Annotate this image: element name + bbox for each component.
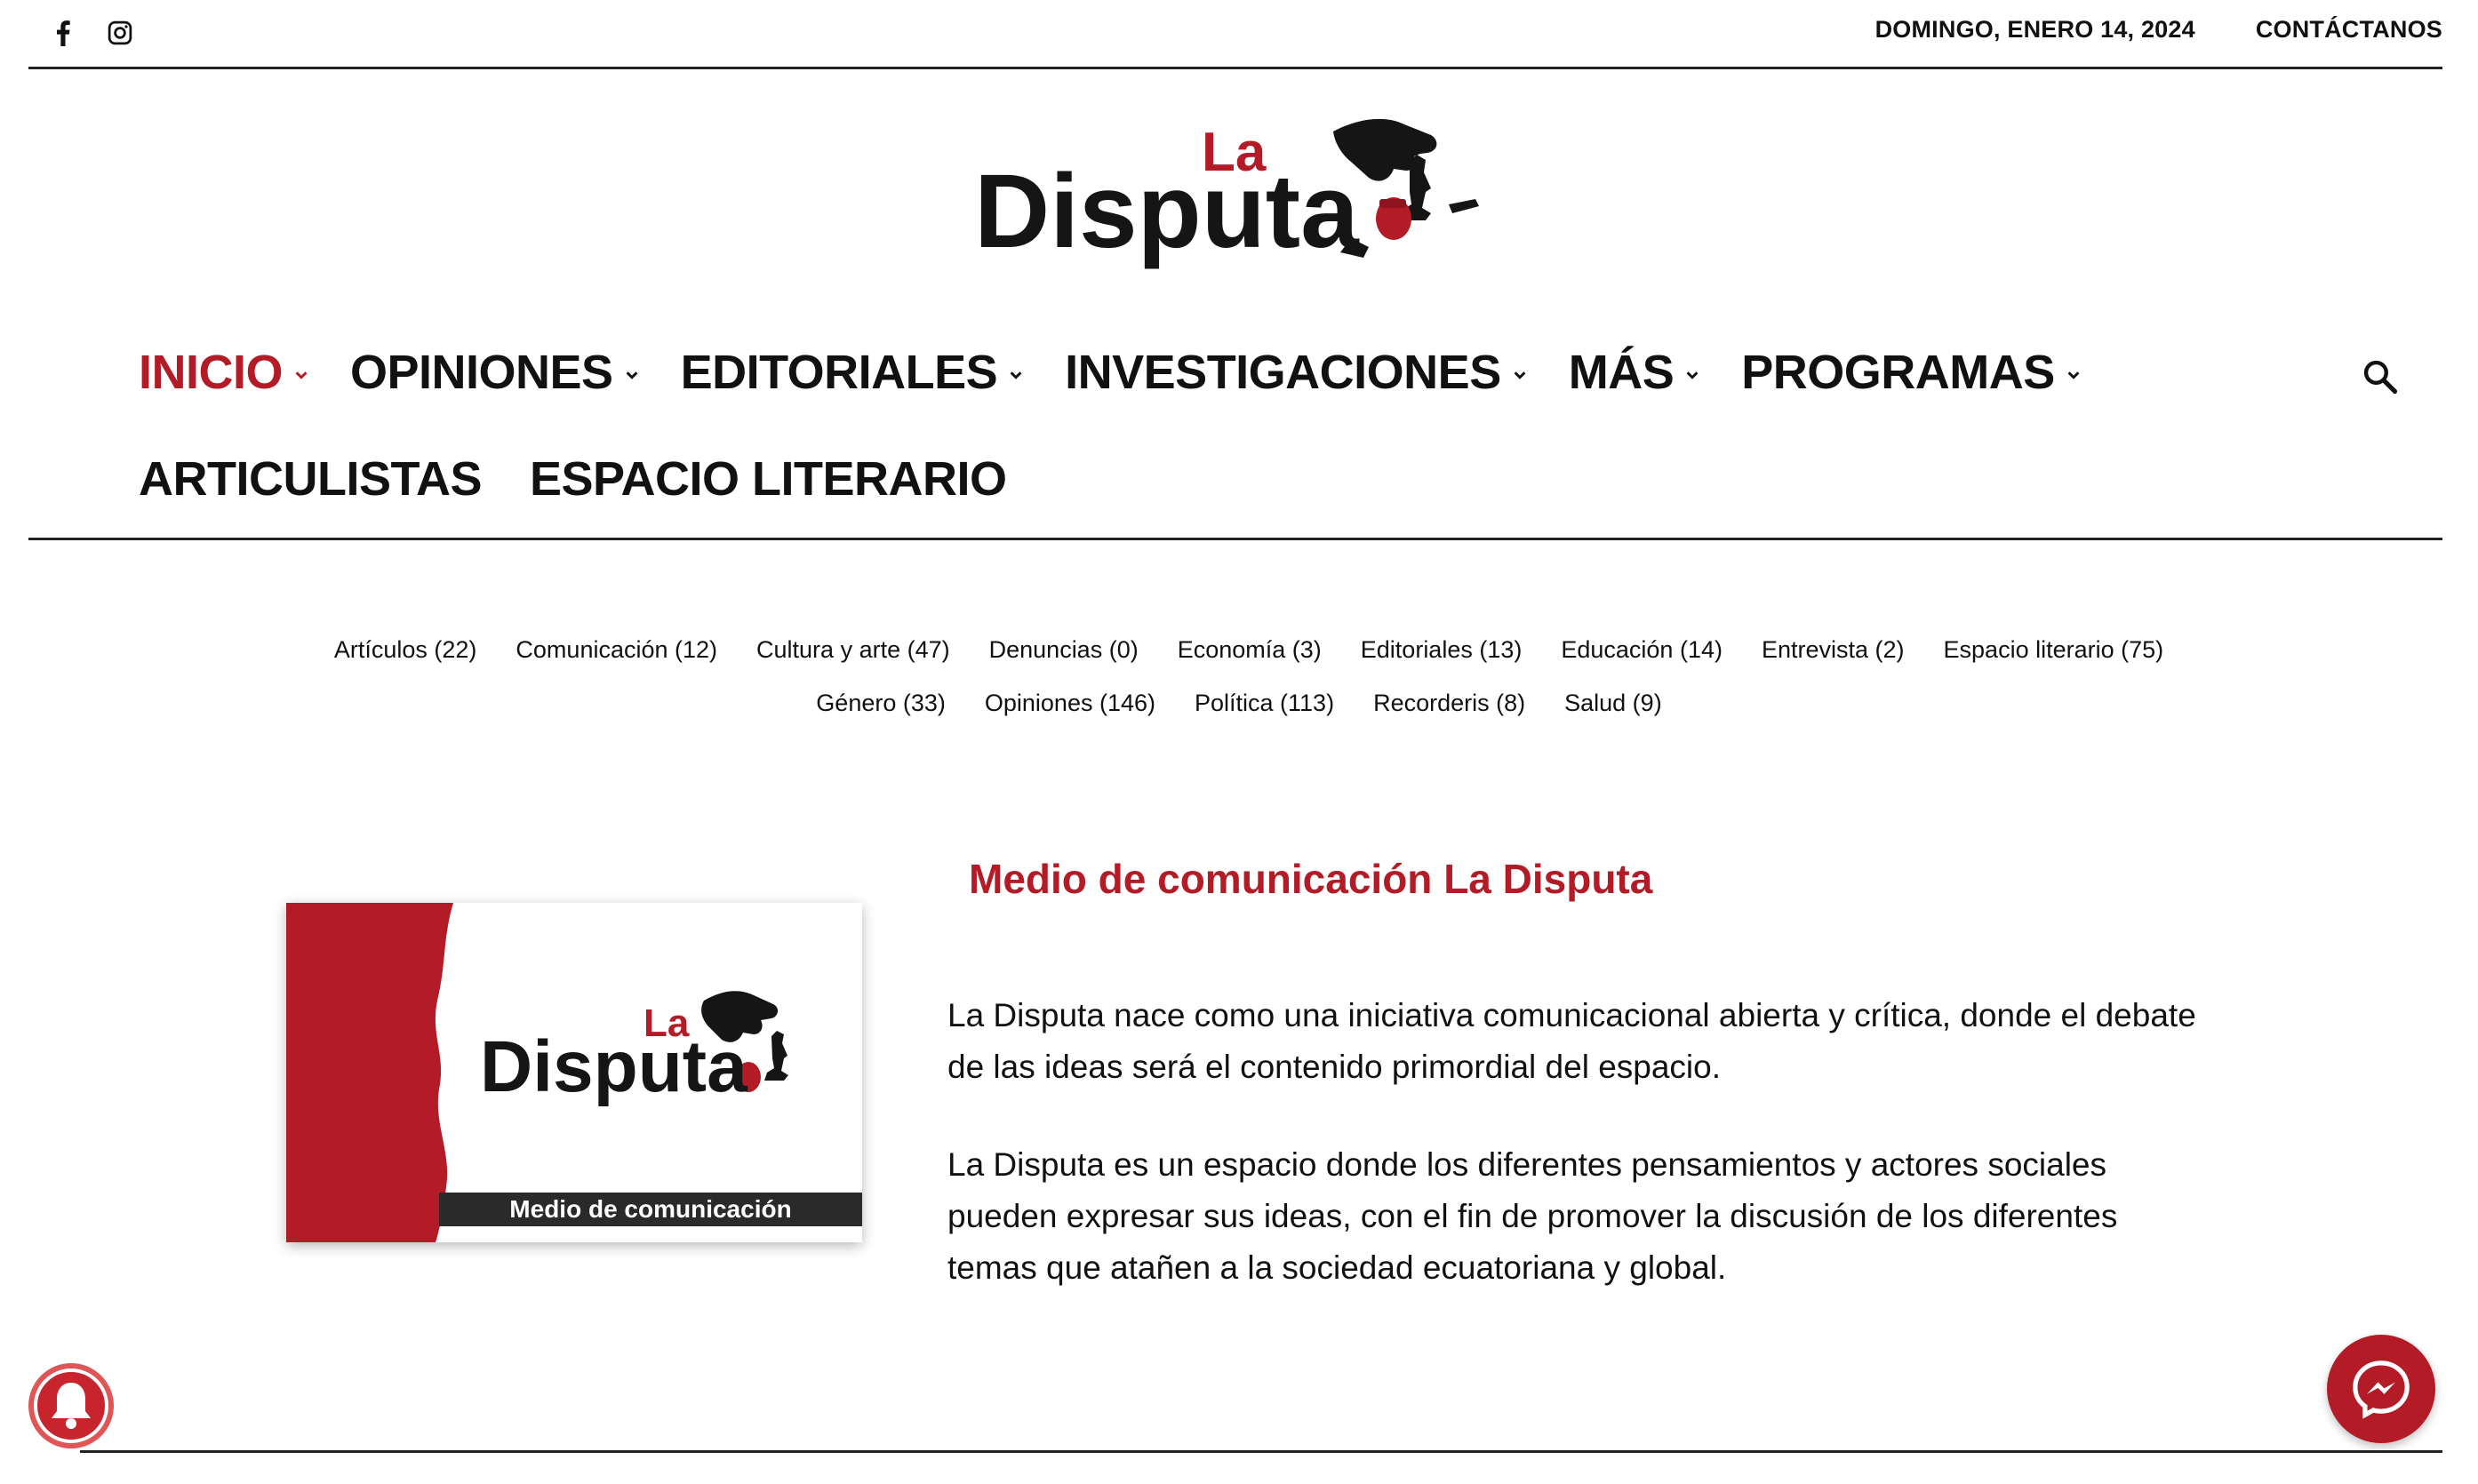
category-link[interactable]: Artículos (22): [334, 636, 477, 664]
facebook-icon[interactable]: [48, 18, 78, 48]
chevron-down-icon: [1686, 371, 1699, 379]
chevron-down-icon: [1514, 371, 1526, 379]
social-links: [48, 18, 135, 48]
contact-link[interactable]: CONTÁCTANOS: [2256, 16, 2442, 44]
category-link[interactable]: Editoriales (13): [1361, 636, 1523, 664]
nav-item-opiniones[interactable]: OPINIONES: [350, 348, 640, 396]
category-link[interactable]: Salud (9): [1564, 690, 1662, 717]
about-paragraph-1: La Disputa nace como una iniciativa comu…: [947, 997, 2196, 1085]
search-icon[interactable]: [2361, 357, 2400, 396]
category-link[interactable]: Espacio literario (75): [1944, 636, 2164, 664]
category-link[interactable]: Recorderis (8): [1373, 690, 1525, 717]
instagram-icon[interactable]: [105, 18, 135, 48]
category-link[interactable]: Opiniones (146): [985, 690, 1155, 717]
chevron-down-icon: [1010, 371, 1022, 379]
logo-graphic: La Disputa: [974, 118, 1479, 270]
nav-item-articulistas[interactable]: ARTICULISTAS: [139, 455, 482, 503]
nav-item-programas[interactable]: PROGRAMAS: [1741, 348, 2082, 396]
category-link[interactable]: Comunicación (12): [516, 636, 717, 664]
main-nav: INICIO OPINIONES EDITORIALES INVESTIGACI…: [28, 320, 2442, 540]
messenger-chat-button[interactable]: [2327, 1335, 2435, 1443]
messenger-icon: [2353, 1360, 2410, 1419]
site-logo[interactable]: La Disputa: [969, 105, 1502, 274]
notification-bell-button[interactable]: [27, 1361, 116, 1450]
chevron-down-icon: [626, 371, 637, 379]
category-link[interactable]: Denuncias (0): [989, 636, 1139, 664]
about-image: Medio de comunicación La Disputa: [286, 903, 862, 1242]
about-title: Medio de comunicación La Disputa: [969, 856, 1653, 902]
chevron-down-icon: [295, 371, 308, 379]
nav-item-editoriales[interactable]: EDITORIALES: [681, 348, 1025, 396]
about-paragraph-2: La Disputa es un espacio donde los difer…: [947, 1146, 2118, 1286]
mini-logo-main-text: Disputa: [480, 1026, 748, 1107]
category-link[interactable]: Cultura y arte (47): [756, 636, 950, 664]
nav-item-espacio-literario[interactable]: ESPACIO LITERARIO: [530, 455, 1007, 503]
image-caption: Medio de comunicación: [509, 1195, 791, 1223]
category-link[interactable]: Economía (3): [1178, 636, 1322, 664]
category-link[interactable]: Entrevista (2): [1762, 636, 1905, 664]
category-link[interactable]: Educación (14): [1561, 636, 1723, 664]
category-link[interactable]: Política (113): [1195, 690, 1334, 717]
category-link[interactable]: Género (33): [816, 690, 946, 717]
category-list: Artículos (22) Comunicación (12) Cultura…: [0, 636, 2478, 664]
chevron-down-icon: [2067, 371, 2080, 379]
category-list-row-2: Género (33) Opiniones (146) Política (11…: [0, 690, 2478, 717]
nav-item-mas[interactable]: MÁS: [1569, 348, 1701, 396]
nav-item-inicio[interactable]: INICIO: [139, 348, 309, 396]
top-bar: DOMINGO, ENERO 14, 2024 CONTÁCTANOS: [28, 0, 2442, 69]
current-date: DOMINGO, ENERO 14, 2024: [1874, 16, 2195, 43]
nav-item-investigaciones[interactable]: INVESTIGACIONES: [1065, 348, 1528, 396]
footer-divider: [80, 1450, 2442, 1453]
